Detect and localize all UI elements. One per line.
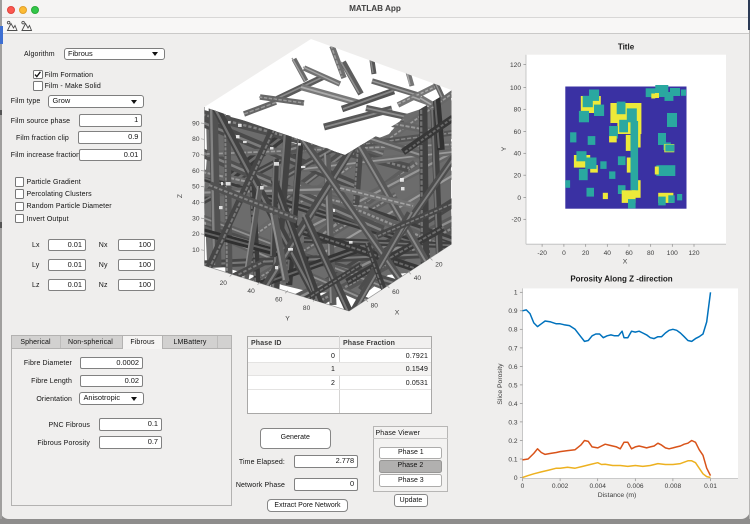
svg-text:0.6: 0.6 xyxy=(508,364,517,371)
svg-text:50: 50 xyxy=(192,184,200,191)
svg-text:1: 1 xyxy=(514,290,518,297)
svg-text:20: 20 xyxy=(514,173,522,180)
svg-text:10: 10 xyxy=(192,247,200,254)
svg-text:Z: Z xyxy=(177,194,184,198)
svg-text:100: 100 xyxy=(667,250,678,257)
svg-text:Y: Y xyxy=(501,146,508,151)
svg-text:0.7: 0.7 xyxy=(508,345,517,352)
svg-text:40: 40 xyxy=(514,151,522,158)
svg-text:60: 60 xyxy=(275,297,283,304)
svg-text:80: 80 xyxy=(514,107,522,114)
svg-text:0.006: 0.006 xyxy=(627,483,644,490)
svg-text:Distance (m): Distance (m) xyxy=(598,492,637,499)
svg-text:0.2: 0.2 xyxy=(508,438,517,445)
svg-text:0.8: 0.8 xyxy=(508,327,517,334)
svg-text:Porosity Along Z -direction: Porosity Along Z -direction xyxy=(570,275,672,284)
svg-text:20: 20 xyxy=(192,231,200,238)
svg-text:0: 0 xyxy=(562,250,566,257)
svg-text:0.002: 0.002 xyxy=(552,483,569,490)
svg-text:80: 80 xyxy=(371,303,379,310)
svg-text:0.01: 0.01 xyxy=(704,483,717,490)
svg-text:20: 20 xyxy=(220,280,228,287)
svg-text:0.3: 0.3 xyxy=(508,419,517,426)
svg-text:80: 80 xyxy=(647,250,655,257)
svg-text:20: 20 xyxy=(435,261,443,268)
svg-text:0.004: 0.004 xyxy=(589,483,606,490)
svg-text:90: 90 xyxy=(192,120,200,127)
svg-text:60: 60 xyxy=(625,250,633,257)
svg-text:40: 40 xyxy=(247,288,255,295)
svg-text:60: 60 xyxy=(392,289,400,296)
svg-text:X: X xyxy=(623,259,628,266)
svg-text:Y: Y xyxy=(285,316,290,323)
svg-text:0.008: 0.008 xyxy=(665,483,682,490)
svg-text:80: 80 xyxy=(192,136,200,143)
svg-text:20: 20 xyxy=(582,250,590,257)
svg-text:0: 0 xyxy=(517,195,521,202)
svg-text:Title: Title xyxy=(618,43,635,52)
svg-text:0: 0 xyxy=(521,483,525,490)
svg-text:-20: -20 xyxy=(537,250,547,257)
svg-text:0: 0 xyxy=(514,475,518,482)
svg-text:0.5: 0.5 xyxy=(508,382,517,389)
svg-text:100: 100 xyxy=(510,85,521,92)
svg-text:70: 70 xyxy=(192,152,200,159)
svg-text:120: 120 xyxy=(510,62,521,69)
svg-text:X: X xyxy=(395,310,400,317)
svg-text:80: 80 xyxy=(303,305,311,312)
svg-text:0.1: 0.1 xyxy=(508,456,517,463)
svg-text:60: 60 xyxy=(192,168,200,175)
svg-text:30: 30 xyxy=(192,215,200,222)
svg-text:-20: -20 xyxy=(511,217,521,224)
svg-text:40: 40 xyxy=(414,275,422,282)
svg-text:120: 120 xyxy=(688,250,699,257)
svg-text:0.9: 0.9 xyxy=(508,308,517,315)
svg-text:0.4: 0.4 xyxy=(508,401,517,408)
svg-text:Slice Porosity: Slice Porosity xyxy=(497,363,504,405)
svg-text:60: 60 xyxy=(514,129,522,136)
svg-text:40: 40 xyxy=(604,250,612,257)
svg-text:40: 40 xyxy=(192,200,200,207)
